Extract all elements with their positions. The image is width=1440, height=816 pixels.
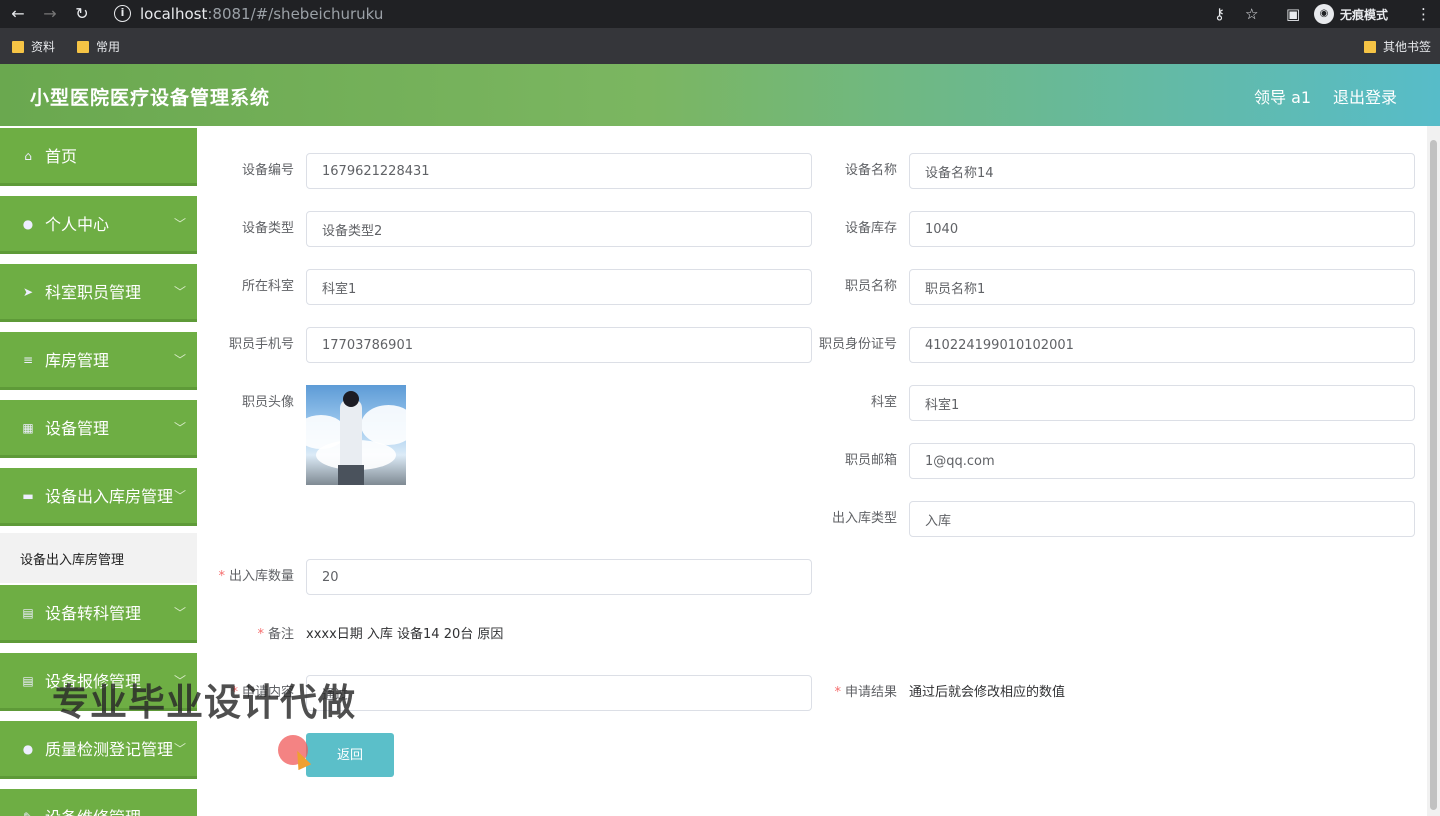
sidebar-item-label: 个人中心 [45, 215, 110, 234]
menu-icon: ≡ [22, 353, 34, 367]
apply-result-label: * 申请结果 [834, 685, 897, 700]
device-type-label: 设备类型 [241, 221, 294, 236]
key-icon[interactable]: ⚷ [1214, 4, 1225, 24]
clipboard-icon: ▤ [22, 674, 34, 688]
reload-icon[interactable]: ↻ [72, 4, 92, 24]
bookmark-folder[interactable]: 常用 [77, 38, 120, 55]
chevron-down-icon: ﹀ [174, 421, 187, 435]
browser-toolbar: ← → ↻ i localhost:8081/#/shebeichuruku ⚷… [0, 0, 1440, 28]
home-icon: ⌂ [24, 149, 32, 163]
folder-icon [12, 40, 24, 53]
sidebar-subitem-device-inout[interactable]: 设备出入库房管理 [0, 533, 197, 583]
star-icon[interactable]: ☆ [1245, 4, 1258, 24]
folder-icon [1364, 40, 1376, 53]
staff-email-input[interactable] [909, 443, 1415, 479]
sidebar-item-label: 设备出入库房管理 [45, 487, 174, 506]
sidebar-item-label: 科室职员管理 [45, 283, 142, 302]
department-input[interactable] [306, 269, 812, 305]
staff-phone-input[interactable] [306, 327, 812, 363]
required-asterisk: * [218, 569, 225, 584]
device-stock-label: 设备库存 [844, 221, 897, 236]
sidebar-item-device-inout[interactable]: ▬ 设备出入库房管理 ﹀ [0, 468, 197, 528]
staff-avatar-image [306, 385, 406, 485]
user-icon: ● [22, 217, 34, 231]
incognito-icon: ◉ [1314, 4, 1334, 24]
logout-link[interactable]: 退出登录 [1333, 84, 1397, 108]
device-type-input[interactable] [306, 211, 812, 247]
scrollbar-thumb[interactable] [1430, 140, 1437, 810]
sidebar-item-quality[interactable]: ● 质量检测登记管理 ﹀ [0, 721, 197, 781]
current-user: 领导 a1 [1254, 88, 1312, 107]
back-arrow-icon[interactable]: ← [8, 4, 28, 24]
sidebar-item-label: 设备转科管理 [45, 604, 142, 623]
bookmarks-bar: 资料 常用 其他书签 [0, 28, 1440, 64]
other-bookmarks[interactable]: 其他书签 [1364, 38, 1431, 55]
department-label: 所在科室 [241, 279, 294, 294]
tool-icon: ✎ [21, 810, 35, 816]
device-no-label: 设备编号 [241, 163, 294, 178]
box-icon: ▬ [22, 489, 34, 503]
remark-label: * 备注 [257, 627, 294, 642]
back-button[interactable]: 返回 [306, 733, 394, 777]
user-icon: ● [22, 742, 34, 756]
sidebar-item-label: 首页 [45, 147, 78, 166]
io-type-label: 出入库类型 [831, 511, 897, 526]
sidebar-item-maintenance[interactable]: ✎ 设备维修管理 [0, 789, 197, 816]
sidebar-item-label: 设备管理 [45, 419, 110, 438]
staff-avatar-label: 职员头像 [241, 395, 294, 410]
sidebar-item-label: 设备维修管理 [45, 808, 141, 816]
grid-icon: ▦ [22, 421, 34, 435]
site-info-icon[interactable]: i [114, 5, 131, 22]
send-icon: ➤ [22, 285, 34, 299]
staff-name-input[interactable] [909, 269, 1415, 305]
sidebar-subitem-label: 设备出入库房管理 [20, 553, 125, 568]
chevron-down-icon: ﹀ [174, 285, 187, 299]
sidebar-item-profile[interactable]: ● 个人中心 ﹀ [0, 196, 197, 256]
address-bar[interactable]: localhost:8081/#/shebeichuruku [140, 4, 383, 24]
device-name-label: 设备名称 [844, 163, 897, 178]
scrollbar[interactable] [1427, 126, 1440, 816]
bookmark-folder[interactable]: 资料 [12, 38, 55, 55]
sidepanel-icon[interactable]: ▣ [1286, 4, 1300, 24]
staff-id-input[interactable] [909, 327, 1415, 363]
device-stock-input[interactable] [909, 211, 1415, 247]
chevron-down-icon: ﹀ [174, 489, 187, 503]
io-qty-label: * 出入库数量 [218, 569, 294, 584]
device-name-input[interactable] [909, 153, 1415, 189]
staff-phone-label: 职员手机号 [228, 337, 294, 352]
chevron-down-icon: ﹀ [174, 606, 187, 620]
watermark-text: 专业毕业设计代做 [52, 681, 356, 724]
sidebar-item-warehouse[interactable]: ≡ 库房管理 ﹀ [0, 332, 197, 392]
office-input[interactable] [909, 385, 1415, 421]
required-asterisk: * [257, 627, 264, 642]
incognito-indicator[interactable]: ◉ 无痕模式 [1314, 3, 1388, 25]
office-label: 科室 [870, 395, 897, 410]
sidebar-item-label: 库房管理 [45, 351, 110, 370]
sidebar-item-transfer[interactable]: ▤ 设备转科管理 ﹀ [0, 585, 197, 645]
io-qty-input[interactable] [306, 559, 812, 595]
sidebar-item-label: 质量检测登记管理 [45, 740, 174, 759]
sidebar-item-devices[interactable]: ▦ 设备管理 ﹀ [0, 400, 197, 460]
sidebar-item-staff[interactable]: ➤ 科室职员管理 ﹀ [0, 264, 197, 324]
io-type-input[interactable] [909, 501, 1415, 537]
remark-text: xxxx日期 入库 设备14 20台 原因 [306, 627, 504, 642]
kebab-menu-icon[interactable]: ⋮ [1416, 4, 1431, 24]
app-header: 小型医院医疗设备管理系统 领导 a1 退出登录 [0, 64, 1440, 126]
apply-content-input[interactable] [306, 675, 812, 711]
apply-result-text: 通过后就会修改相应的数值 [909, 685, 1066, 700]
clipboard-icon: ▤ [22, 606, 34, 620]
chevron-down-icon: ﹀ [174, 353, 187, 367]
chevron-down-icon: ﹀ [174, 217, 187, 231]
chevron-down-icon: ﹀ [174, 742, 187, 756]
forward-arrow-icon[interactable]: → [40, 4, 60, 24]
device-no-input[interactable] [306, 153, 812, 189]
staff-email-label: 职员邮箱 [844, 453, 897, 468]
staff-id-label: 职员身份证号 [818, 337, 897, 352]
staff-name-label: 职员名称 [844, 279, 897, 294]
folder-icon [77, 40, 89, 53]
required-asterisk: * [834, 685, 841, 700]
app-title: 小型医院医疗设备管理系统 [30, 87, 271, 109]
sidebar-item-home[interactable]: ⌂ 首页 [0, 128, 197, 188]
